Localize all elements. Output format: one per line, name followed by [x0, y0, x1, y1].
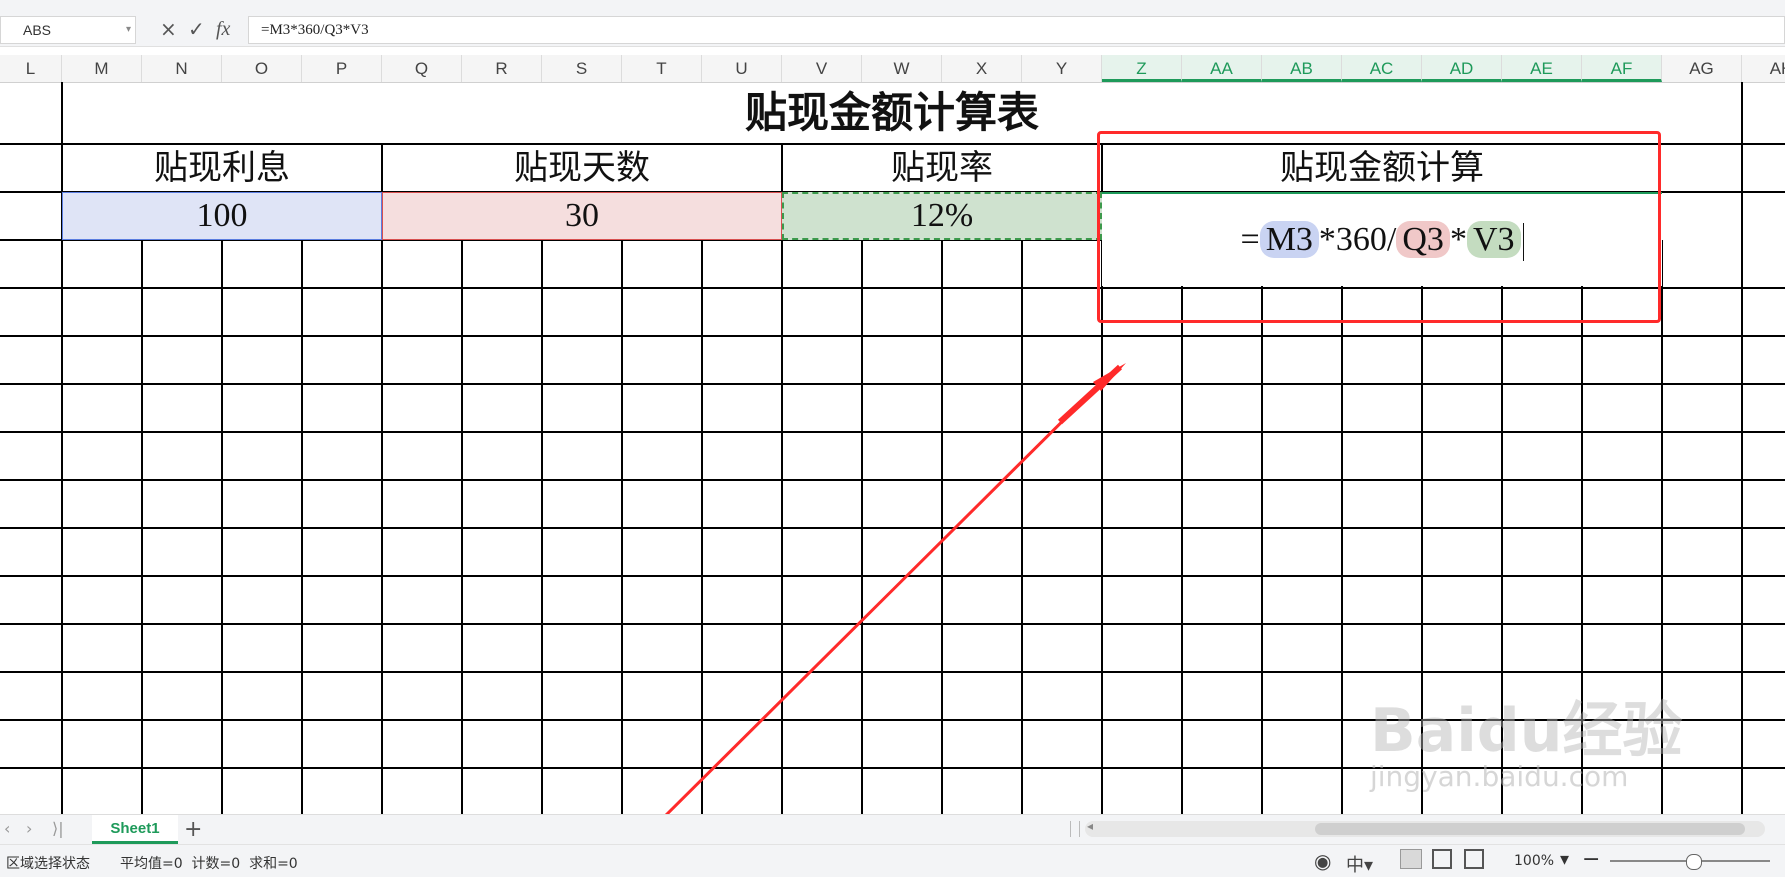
zoom-level[interactable]: 100%	[1514, 853, 1554, 869]
horizontal-scrollbar[interactable]: ◂	[1085, 819, 1765, 837]
column-header-row: LMNOPQRSTUVWXYZAAABACADAEAFAGAH	[0, 55, 1785, 83]
column-header-AA[interactable]: AA	[1182, 55, 1262, 82]
column-header-L[interactable]: L	[0, 55, 62, 82]
column-header-Q[interactable]: Q	[382, 55, 462, 82]
zoom-dropdown-icon[interactable]: ▾	[1560, 849, 1569, 870]
confirm-icon[interactable]: ✓	[188, 18, 205, 40]
formula-text: =M3*360/Q3*V3	[261, 22, 369, 38]
zoom-out-icon[interactable]: −	[1582, 847, 1600, 872]
watermark-logo: Baidu经验	[1370, 696, 1683, 766]
name-box[interactable]: ABS ▾	[0, 16, 136, 44]
scrollbar-thumb[interactable]	[1315, 823, 1745, 835]
column-header-Z[interactable]: Z	[1102, 55, 1182, 82]
page-layout-view-icon[interactable]	[1432, 849, 1452, 869]
tab-sheet1[interactable]: Sheet1	[92, 815, 178, 844]
column-header-W[interactable]: W	[862, 55, 942, 82]
column-header-M[interactable]: M	[62, 55, 142, 82]
sheet-grid[interactable]: 贴现金额计算表 贴现利息 贴现天数 贴现率 贴现金额计算 100 30 12% …	[0, 82, 1785, 814]
column-header-U[interactable]: U	[702, 55, 782, 82]
scroll-left-icon[interactable]: ◂	[1087, 819, 1093, 833]
column-header-AH[interactable]: AH	[1742, 55, 1785, 82]
zoom-slider-handle[interactable]	[1686, 854, 1702, 870]
splitter-handle[interactable]	[1070, 821, 1080, 837]
column-header-P[interactable]: P	[302, 55, 382, 82]
column-header-AD[interactable]: AD	[1422, 55, 1502, 82]
column-header-Y[interactable]: Y	[1022, 55, 1102, 82]
watermark-url: jingyan.baidu.com	[1370, 760, 1629, 793]
normal-view-icon[interactable]	[1400, 849, 1422, 869]
column-header-S[interactable]: S	[542, 55, 622, 82]
column-header-AE[interactable]: AE	[1502, 55, 1582, 82]
column-header-AC[interactable]: AC	[1342, 55, 1422, 82]
column-header-AF[interactable]: AF	[1582, 55, 1662, 82]
column-header-N[interactable]: N	[142, 55, 222, 82]
column-header-AG[interactable]: AG	[1662, 55, 1742, 82]
add-sheet-icon[interactable]: +	[184, 817, 202, 842]
next-sheet-icon[interactable]: ›	[26, 819, 32, 838]
column-header-R[interactable]: R	[462, 55, 542, 82]
input-method-icon[interactable]: 中▾	[1346, 851, 1373, 877]
formula-input[interactable]: =M3*360/Q3*V3	[248, 16, 1785, 44]
prev-sheet-icon[interactable]: ‹	[4, 819, 10, 838]
column-header-V[interactable]: V	[782, 55, 862, 82]
status-stats: 平均值=0 计数=0 求和=0	[120, 856, 298, 872]
fx-icon[interactable]: fx	[216, 18, 230, 40]
column-header-AB[interactable]: AB	[1262, 55, 1342, 82]
name-box-value: ABS	[23, 22, 52, 38]
column-header-O[interactable]: O	[222, 55, 302, 82]
last-sheet-icon[interactable]: ⟩|	[52, 819, 64, 838]
column-header-X[interactable]: X	[942, 55, 1022, 82]
page-break-view-icon[interactable]	[1464, 849, 1484, 869]
sheet-tab-bar: ‹ › ⟩| Sheet1 + ◂	[0, 814, 1785, 845]
status-bar: 区域选择状态 平均值=0 计数=0 求和=0 ◉ 中▾ 100% ▾ −	[0, 844, 1785, 877]
chevron-down-icon[interactable]: ▾	[126, 17, 131, 43]
cancel-icon[interactable]: ×	[160, 18, 177, 40]
column-header-T[interactable]: T	[622, 55, 702, 82]
eye-protection-icon[interactable]: ◉	[1314, 849, 1331, 873]
formula-bar: ABS ▾ × ✓ fx =M3*360/Q3*V3	[0, 0, 1785, 47]
status-mode: 区域选择状态	[6, 856, 90, 872]
